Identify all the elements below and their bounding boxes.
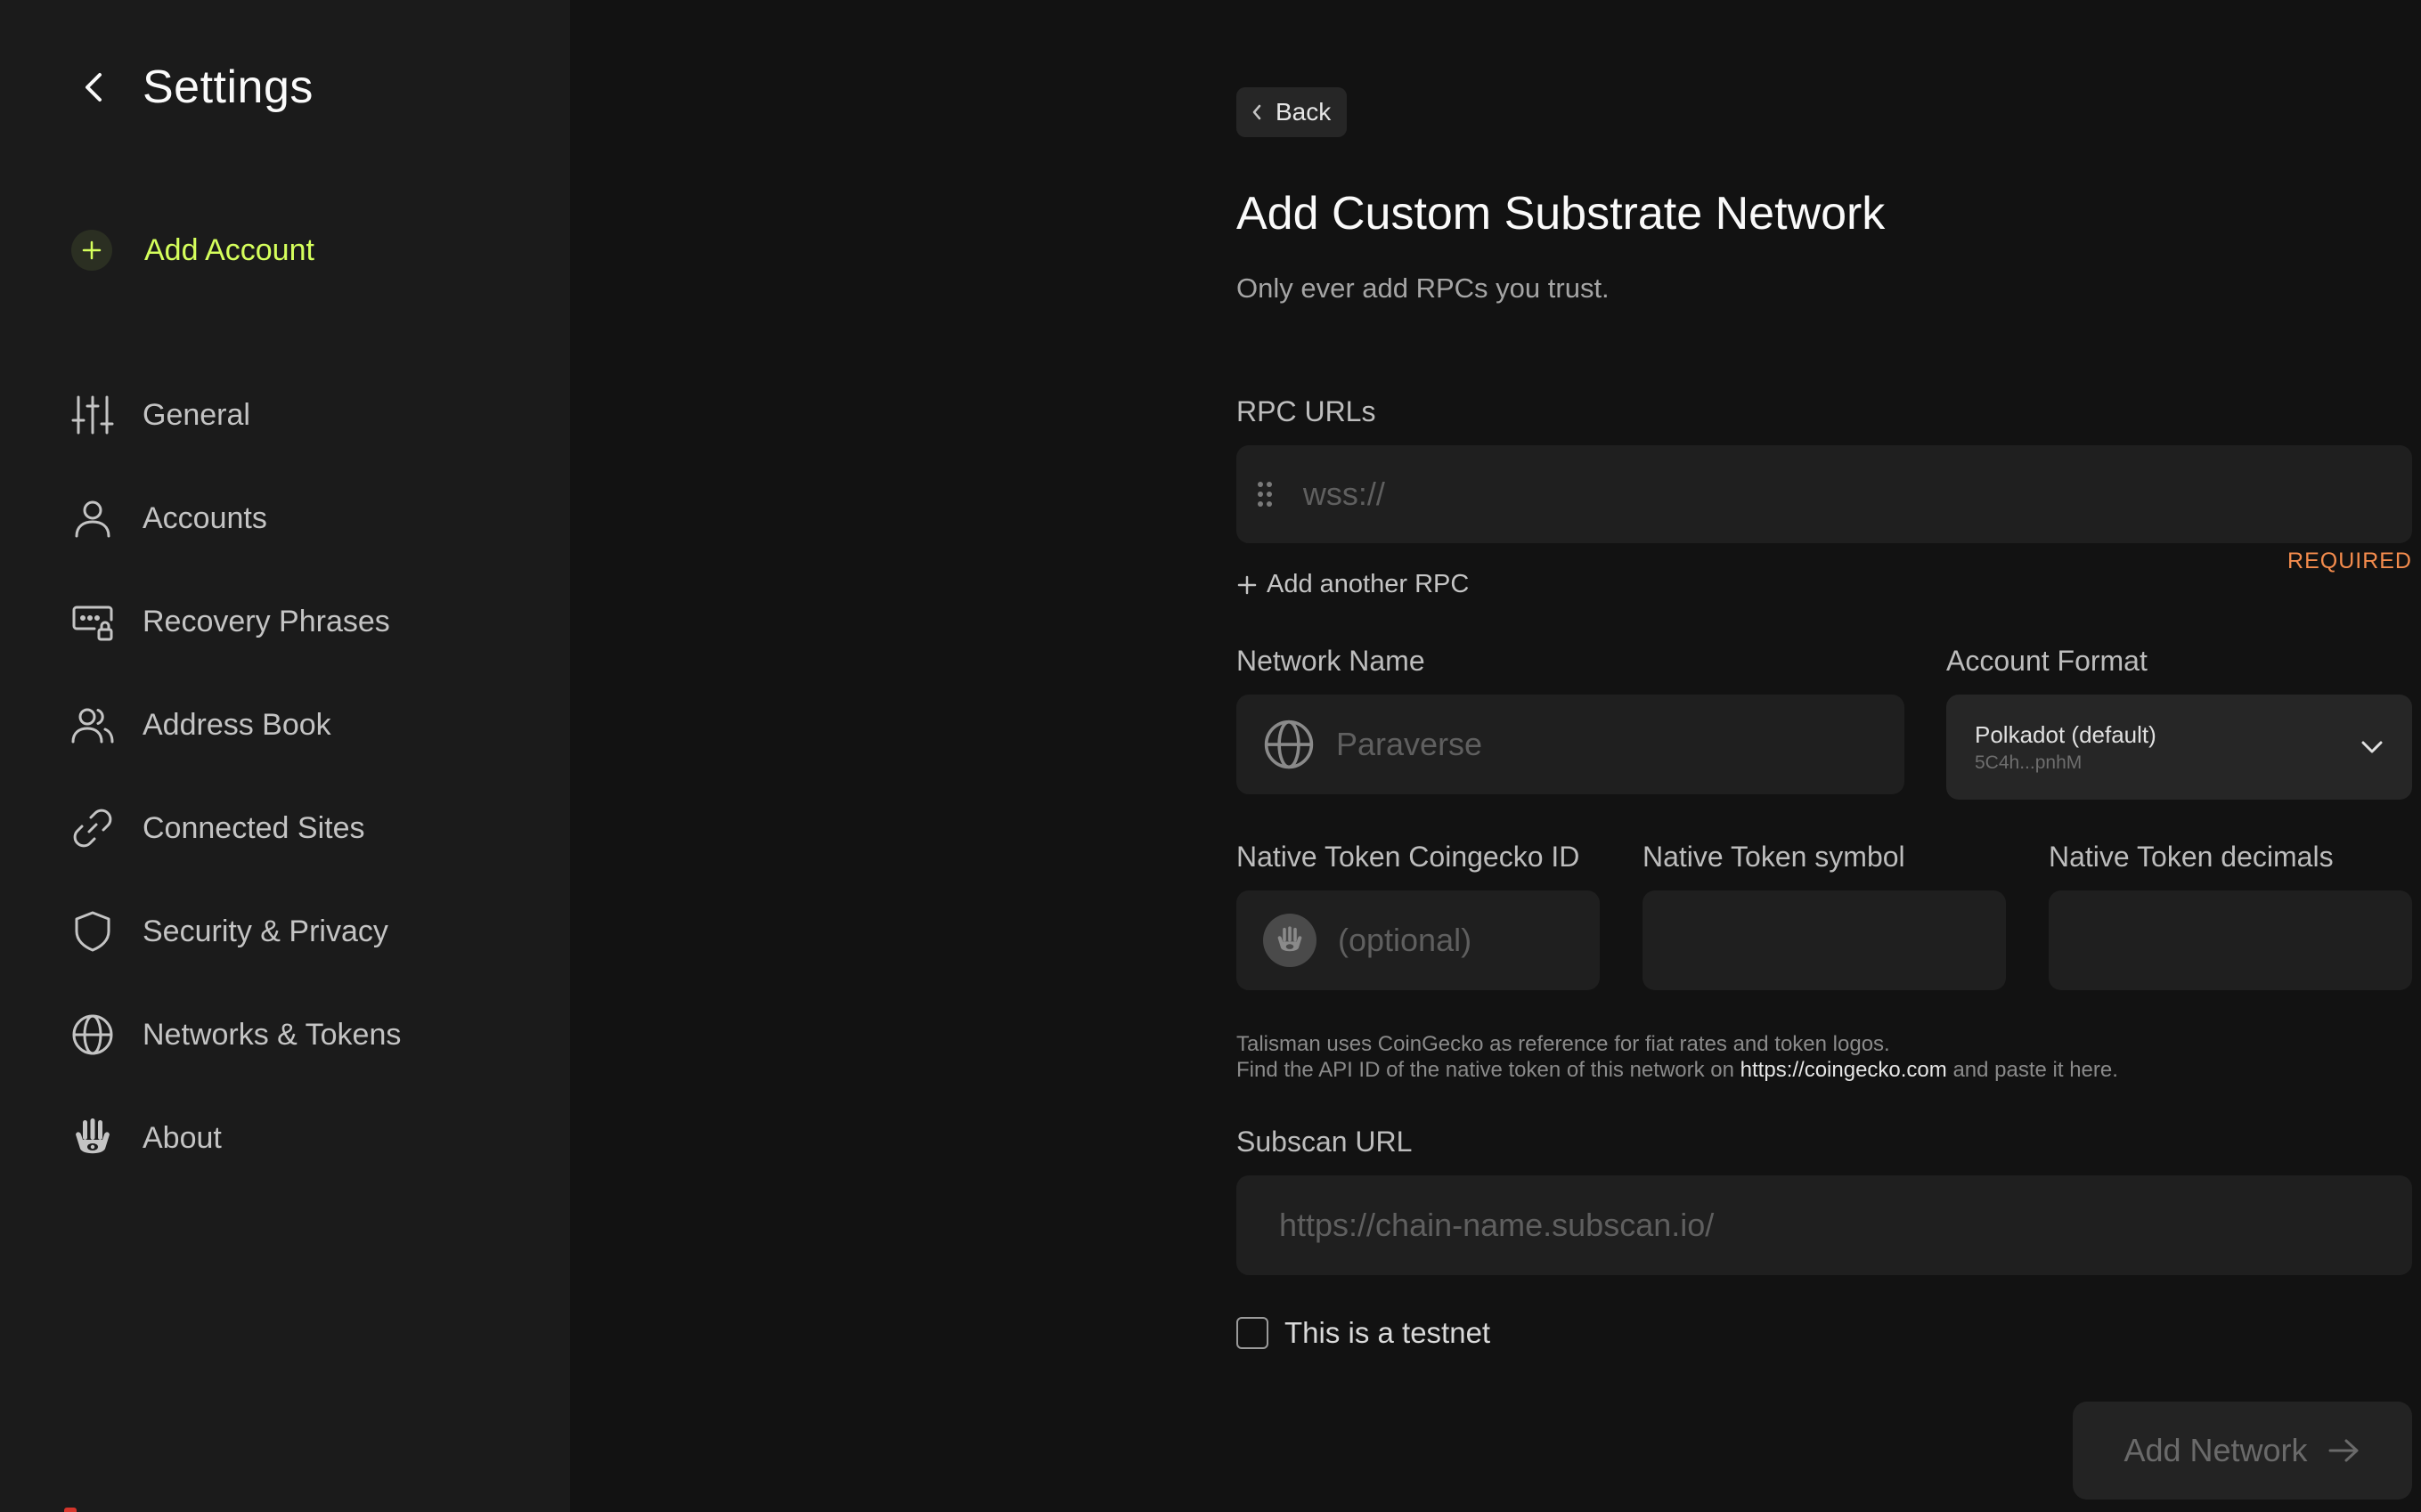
rpc-urls-label: RPC URLs — [1236, 395, 1376, 427]
sidebar-header: Settings — [71, 61, 314, 114]
help-line-2: Find the API ID of the native token of t… — [1236, 1057, 2118, 1083]
back-button[interactable]: Back — [1236, 87, 1348, 137]
rpc-url-field — [1236, 445, 2412, 543]
sidebar-item-label: Recovery Phrases — [143, 604, 390, 638]
account-format-select[interactable]: Polkadot (default) 5C4h...pnhM — [1946, 695, 2412, 800]
sidebar-item-security-privacy[interactable]: Security & Privacy — [71, 880, 401, 983]
globe-icon — [1263, 718, 1315, 771]
coingecko-help-text: Talisman uses CoinGecko as reference for… — [1236, 1031, 2118, 1083]
coingecko-id-field — [1236, 890, 1600, 990]
subscan-url-input[interactable] — [1277, 1206, 2371, 1245]
required-indicator: REQUIRED — [2287, 549, 2412, 573]
add-another-rpc-label: Add another RPC — [1267, 570, 1470, 598]
back-arrow-icon[interactable] — [71, 66, 114, 109]
sidebar-title: Settings — [143, 61, 314, 113]
sidebar-item-general[interactable]: General — [71, 363, 401, 467]
user-icon — [71, 497, 114, 540]
sidebar-item-accounts[interactable]: Accounts — [71, 467, 401, 570]
token-decimals-input[interactable] — [2075, 921, 2385, 960]
add-account-button[interactable]: Add Account — [71, 230, 314, 271]
sidebar-item-label: Address Book — [143, 707, 331, 742]
coingecko-id-label: Native Token Coingecko ID — [1236, 841, 1580, 873]
testnet-label: This is a testnet — [1284, 1316, 1491, 1349]
account-format-value: Polkadot (default) 5C4h...pnhM — [1975, 721, 2360, 774]
keys-lock-icon — [71, 600, 114, 643]
sliders-icon — [71, 394, 114, 436]
testnet-checkbox-row[interactable]: This is a testnet — [1236, 1316, 1490, 1350]
subscan-url-field — [1236, 1175, 2412, 1275]
coingecko-link[interactable]: https://coingecko.com — [1740, 1058, 1947, 1082]
add-account-label: Add Account — [144, 232, 314, 267]
add-network-label: Add Network — [2123, 1432, 2308, 1468]
shield-icon — [71, 910, 114, 953]
sidebar-item-networks-tokens[interactable]: Networks & Tokens — [71, 983, 401, 1086]
link-icon — [71, 807, 114, 849]
sidebar-item-label: Connected Sites — [143, 810, 365, 845]
account-format-address-preview: 5C4h...pnhM — [1975, 752, 2083, 773]
add-another-rpc-button[interactable]: Add another RPC — [1236, 570, 1469, 599]
coingecko-id-input[interactable] — [1336, 921, 1573, 960]
token-symbol-label: Native Token symbol — [1643, 841, 1905, 873]
help-line-2-suffix: and paste it here. — [1946, 1058, 2118, 1082]
sidebar-item-label: General — [143, 397, 250, 432]
globe-icon — [71, 1013, 114, 1056]
talisman-hand-icon — [71, 1117, 114, 1159]
rpc-url-input[interactable] — [1300, 475, 2392, 514]
chevron-down-icon — [2361, 741, 2383, 753]
status-indicator — [64, 1508, 77, 1512]
back-button-label: Back — [1276, 98, 1332, 126]
arrow-right-icon — [2328, 1439, 2359, 1462]
token-symbol-field — [1643, 890, 2006, 990]
network-name-input[interactable] — [1334, 725, 1878, 764]
plus-icon — [1237, 575, 1257, 594]
subscan-url-label: Subscan URL — [1236, 1126, 1413, 1158]
token-decimals-field — [2049, 890, 2412, 990]
sidebar-item-label: Security & Privacy — [143, 914, 388, 948]
sidebar-item-about[interactable]: About — [71, 1086, 401, 1190]
sidebar-item-recovery-phrases[interactable]: Recovery Phrases — [71, 570, 401, 673]
testnet-checkbox[interactable] — [1236, 1317, 1268, 1349]
settings-sidebar: Settings Add Account General Accounts Re… — [0, 0, 570, 1512]
add-network-button[interactable]: Add Network — [2073, 1402, 2412, 1500]
help-line-2-prefix: Find the API ID of the native token of t… — [1236, 1058, 1740, 1082]
users-icon — [71, 703, 114, 746]
account-format-selected: Polkadot (default) — [1975, 720, 2156, 748]
page-subtitle: Only ever add RPCs you trust. — [1236, 272, 1610, 304]
page-title: Add Custom Substrate Network — [1236, 188, 1886, 240]
plus-icon — [71, 230, 112, 271]
sidebar-item-address-book[interactable]: Address Book — [71, 673, 401, 776]
add-network-form: Back Add Custom Substrate Network Only e… — [1236, 0, 2412, 1512]
sidebar-item-label: About — [143, 1120, 222, 1155]
chevron-left-icon — [1252, 104, 1261, 120]
network-name-label: Network Name — [1236, 645, 1425, 677]
account-format-label: Account Format — [1946, 645, 2148, 677]
sidebar-item-connected-sites[interactable]: Connected Sites — [71, 776, 401, 880]
token-placeholder-icon — [1263, 914, 1316, 967]
sidebar-nav: General Accounts Recovery Phrases Addres… — [71, 363, 401, 1190]
token-decimals-label: Native Token decimals — [2049, 841, 2334, 873]
token-symbol-input[interactable] — [1669, 921, 1979, 960]
drag-handle-icon[interactable] — [1256, 476, 1278, 512]
sidebar-item-label: Networks & Tokens — [143, 1017, 402, 1052]
network-name-field — [1236, 695, 1904, 794]
help-line-1: Talisman uses CoinGecko as reference for… — [1236, 1032, 1890, 1056]
sidebar-item-label: Accounts — [143, 500, 267, 535]
